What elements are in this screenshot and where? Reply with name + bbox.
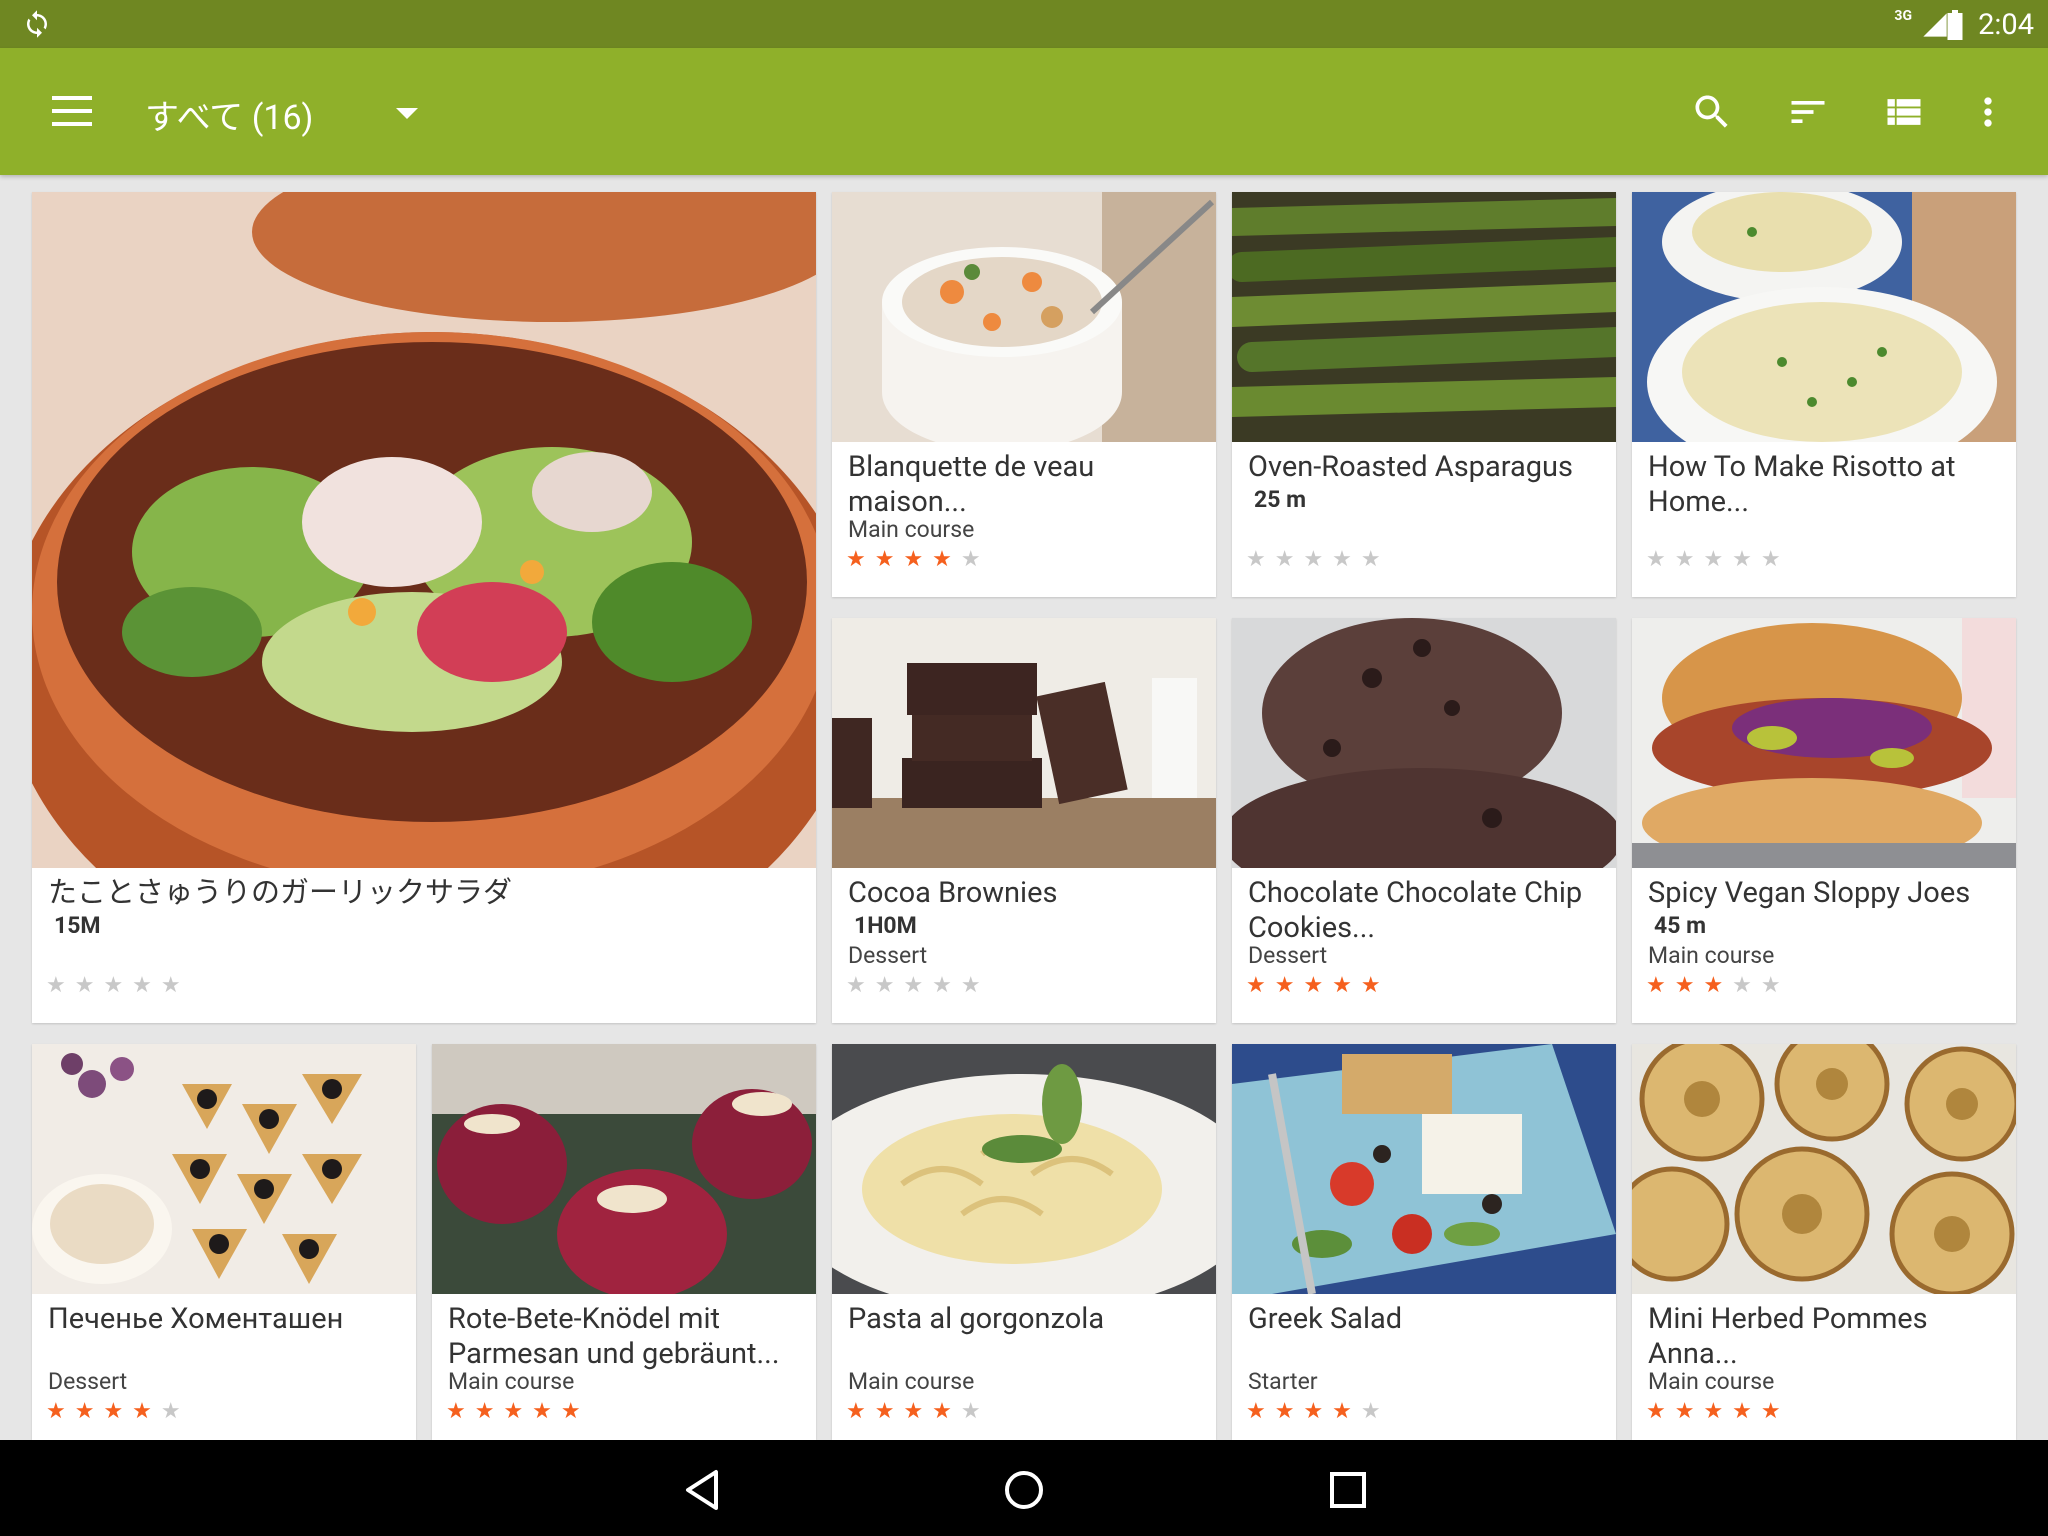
recipe-image xyxy=(432,1044,816,1294)
recipe-category: Main course xyxy=(1648,1368,1775,1395)
rating-stars: ★★★★★ xyxy=(1646,547,1790,572)
recipe-title: Rote-Bete-Knödel mit Parmesan und gebräu… xyxy=(448,1302,780,1371)
search-icon[interactable] xyxy=(1690,90,1734,134)
rating-stars: ★★★★★ xyxy=(1646,1399,1790,1424)
rating-stars: ★★★★★ xyxy=(1246,547,1390,572)
recent-apps-icon[interactable] xyxy=(1326,1468,1370,1512)
rating-stars: ★★★★★ xyxy=(1246,973,1390,998)
rating-stars: ★★★★★ xyxy=(846,1399,990,1424)
recipe-image xyxy=(32,1044,416,1294)
sort-icon[interactable] xyxy=(1786,90,1830,134)
recipe-image xyxy=(1632,192,2016,442)
recipe-title: Cocoa Brownies xyxy=(848,876,1058,910)
recipe-category: Dessert xyxy=(1248,942,1328,969)
recipe-category: Dessert xyxy=(48,1368,128,1395)
recipe-time: 1H0M xyxy=(854,912,917,939)
recipe-time: 25 m xyxy=(1254,486,1307,513)
battery-icon xyxy=(1947,10,1963,40)
recipe-category: Main course xyxy=(448,1368,575,1395)
recipe-image xyxy=(832,618,1216,868)
status-bar: 3G 2:04 xyxy=(0,0,2048,48)
more-options-icon[interactable] xyxy=(1966,90,2010,134)
recipe-card[interactable]: Pasta al gorgonzola Main course ★★★★★ xyxy=(832,1044,1216,1440)
recipe-card[interactable]: Rote-Bete-Knödel mit Parmesan und gebräu… xyxy=(432,1044,816,1440)
recipe-title: Blanquette de veau maison... xyxy=(848,450,1095,519)
recipe-image xyxy=(1632,1044,2016,1294)
back-icon[interactable] xyxy=(680,1468,724,1512)
recipe-card[interactable]: How To Make Risotto at Home... ★★★★★ xyxy=(1632,192,2016,597)
recipe-card[interactable]: たことさゅうりのガーリックサラダ 15M ★★★★★ xyxy=(32,192,816,1023)
recipe-title: Oven-Roasted Asparagus xyxy=(1248,450,1574,484)
clock: 2:04 xyxy=(1978,8,2034,42)
recipe-image xyxy=(1232,1044,1616,1294)
rating-stars: ★★★★★ xyxy=(46,973,190,998)
recipe-title: Mini Herbed Pommes Anna... xyxy=(1648,1302,1928,1371)
rating-stars: ★★★★★ xyxy=(1646,973,1790,998)
recipe-card[interactable]: Oven-Roasted Asparagus 25 m ★★★★★ xyxy=(1232,192,1616,597)
recipe-image xyxy=(32,192,816,868)
recipe-card[interactable]: Chocolate Chocolate Chip Cookies... Dess… xyxy=(1232,618,1616,1023)
rating-stars: ★★★★★ xyxy=(846,547,990,572)
recipe-category: Main course xyxy=(848,1368,975,1395)
recipe-image xyxy=(1632,618,2016,868)
category-filter-label[interactable]: すべて (16) xyxy=(145,90,313,139)
recipe-image xyxy=(1232,618,1616,868)
network-type: 3G xyxy=(1894,8,1912,24)
dropdown-arrow-icon[interactable] xyxy=(396,108,418,119)
rating-stars: ★★★★★ xyxy=(846,973,990,998)
menu-icon[interactable] xyxy=(52,96,92,126)
sync-icon xyxy=(27,10,47,38)
rating-stars: ★★★★★ xyxy=(1246,1399,1390,1424)
recipe-card[interactable]: Печенье Хоменташен Dessert ★★★★★ xyxy=(32,1044,416,1440)
recipe-card[interactable]: Mini Herbed Pommes Anna... Main course ★… xyxy=(1632,1044,2016,1440)
recipe-title: Chocolate Chocolate Chip Cookies... xyxy=(1248,876,1583,945)
recipe-card[interactable]: Spicy Vegan Sloppy Joes 45 m Main course… xyxy=(1632,618,2016,1023)
recipe-card[interactable]: Greek Salad Starter ★★★★★ xyxy=(1232,1044,1616,1440)
recipe-card[interactable]: Cocoa Brownies 1H0M Dessert ★★★★★ xyxy=(832,618,1216,1023)
recipe-title: たことさゅうりのガーリックサラダ xyxy=(48,876,513,910)
rating-stars: ★★★★★ xyxy=(46,1399,190,1424)
recipe-category: Dessert xyxy=(848,942,928,969)
rating-stars: ★★★★★ xyxy=(446,1399,590,1424)
recipe-image xyxy=(1232,192,1616,442)
recipe-time: 15M xyxy=(54,912,101,939)
recipe-title: Pasta al gorgonzola xyxy=(848,1302,1105,1336)
recipe-image xyxy=(832,192,1216,442)
recipe-category: Main course xyxy=(848,516,975,543)
home-icon[interactable] xyxy=(1002,1468,1046,1512)
app-toolbar: すべて (16) xyxy=(0,48,2048,175)
recipe-time: 45 m xyxy=(1654,912,1707,939)
recipe-image xyxy=(832,1044,1216,1294)
system-navigation-bar xyxy=(0,1440,2048,1536)
recipe-card[interactable]: Blanquette de veau maison... Main course… xyxy=(832,192,1216,597)
recipe-title: How To Make Risotto at Home... xyxy=(1648,450,1956,519)
recipe-category: Main course xyxy=(1648,942,1775,969)
recipe-title: Spicy Vegan Sloppy Joes xyxy=(1648,876,1971,910)
recipe-title: Печенье Хоменташен xyxy=(48,1302,344,1336)
list-view-icon[interactable] xyxy=(1882,90,1926,134)
recipe-title: Greek Salad xyxy=(1248,1302,1403,1336)
recipe-category: Starter xyxy=(1248,1368,1318,1395)
